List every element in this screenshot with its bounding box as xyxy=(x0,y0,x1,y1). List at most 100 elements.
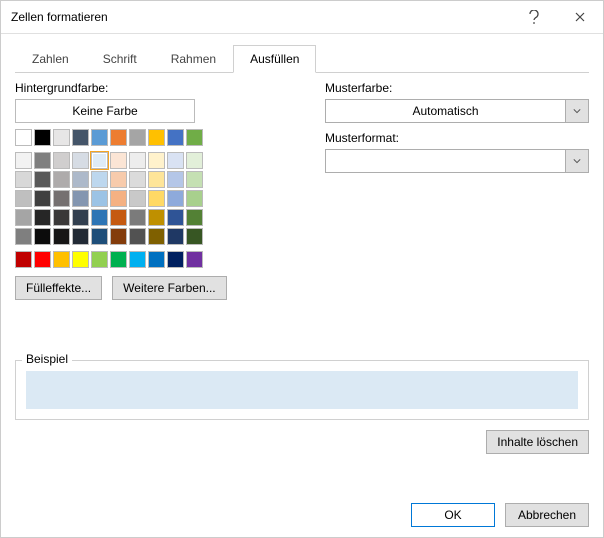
color-swatch[interactable] xyxy=(110,228,127,245)
color-swatch[interactable] xyxy=(34,152,51,169)
color-swatch[interactable] xyxy=(91,228,108,245)
color-swatch[interactable] xyxy=(91,129,108,146)
color-swatch[interactable] xyxy=(129,171,146,188)
theme-color-first-row xyxy=(15,129,215,146)
cancel-button[interactable]: Abbrechen xyxy=(505,503,589,527)
color-swatch[interactable] xyxy=(53,190,70,207)
color-swatch[interactable] xyxy=(15,190,32,207)
color-swatch[interactable] xyxy=(110,251,127,268)
color-swatch[interactable] xyxy=(110,209,127,226)
color-swatch[interactable] xyxy=(15,228,32,245)
color-swatch[interactable] xyxy=(129,251,146,268)
pattern-format-value xyxy=(326,150,565,172)
color-swatch[interactable] xyxy=(167,152,184,169)
color-swatch[interactable] xyxy=(148,171,165,188)
color-swatch[interactable] xyxy=(167,171,184,188)
chevron-down-icon xyxy=(565,100,588,122)
pattern-color-dropdown[interactable]: Automatisch xyxy=(325,99,589,123)
sample-label: Beispiel xyxy=(22,352,72,366)
color-swatch[interactable] xyxy=(15,152,32,169)
help-button[interactable] xyxy=(511,1,557,33)
tab-schrift[interactable]: Schrift xyxy=(86,45,154,73)
color-swatch[interactable] xyxy=(15,251,32,268)
color-swatch[interactable] xyxy=(91,251,108,268)
close-button[interactable] xyxy=(557,1,603,33)
standard-colors xyxy=(15,251,215,268)
color-swatch[interactable] xyxy=(167,251,184,268)
color-swatch[interactable] xyxy=(110,152,127,169)
color-swatch[interactable] xyxy=(129,190,146,207)
color-swatch[interactable] xyxy=(72,152,89,169)
color-swatch[interactable] xyxy=(186,251,203,268)
color-swatch[interactable] xyxy=(34,190,51,207)
color-swatch[interactable] xyxy=(148,251,165,268)
color-swatch[interactable] xyxy=(53,209,70,226)
color-swatch[interactable] xyxy=(167,209,184,226)
color-swatch[interactable] xyxy=(72,129,89,146)
color-swatch[interactable] xyxy=(91,209,108,226)
color-swatch[interactable] xyxy=(34,251,51,268)
color-swatch[interactable] xyxy=(148,209,165,226)
sample-preview xyxy=(26,371,578,409)
color-swatch[interactable] xyxy=(129,129,146,146)
sample-group: Beispiel xyxy=(15,360,589,420)
color-swatch[interactable] xyxy=(15,171,32,188)
color-swatch[interactable] xyxy=(53,171,70,188)
color-swatch[interactable] xyxy=(15,209,32,226)
color-swatch[interactable] xyxy=(129,228,146,245)
color-swatch[interactable] xyxy=(129,209,146,226)
color-swatch[interactable] xyxy=(148,228,165,245)
color-swatch[interactable] xyxy=(72,190,89,207)
color-swatch[interactable] xyxy=(72,171,89,188)
fill-effects-button[interactable]: Fülleffekte... xyxy=(15,276,102,300)
color-swatch[interactable] xyxy=(72,251,89,268)
pattern-format-label: Musterformat: xyxy=(325,131,589,145)
color-swatch[interactable] xyxy=(186,209,203,226)
tab-zahlen[interactable]: Zahlen xyxy=(15,45,86,73)
window-title: Zellen formatieren xyxy=(11,10,511,24)
color-swatch[interactable] xyxy=(148,152,165,169)
color-swatch[interactable] xyxy=(167,190,184,207)
color-swatch[interactable] xyxy=(186,129,203,146)
color-swatch[interactable] xyxy=(186,152,203,169)
color-swatch[interactable] xyxy=(34,171,51,188)
color-swatch[interactable] xyxy=(72,228,89,245)
color-swatch[interactable] xyxy=(91,171,108,188)
pattern-color-label: Musterfarbe: xyxy=(325,81,589,95)
tab-rahmen[interactable]: Rahmen xyxy=(154,45,233,73)
ok-button[interactable]: OK xyxy=(411,503,495,527)
color-swatch[interactable] xyxy=(167,228,184,245)
color-swatch[interactable] xyxy=(148,129,165,146)
pattern-color-value: Automatisch xyxy=(326,100,565,122)
help-icon xyxy=(529,10,539,24)
color-swatch[interactable] xyxy=(129,152,146,169)
color-swatch[interactable] xyxy=(53,152,70,169)
color-swatch[interactable] xyxy=(167,129,184,146)
color-swatch[interactable] xyxy=(53,129,70,146)
close-icon xyxy=(575,12,585,22)
color-swatch[interactable] xyxy=(72,209,89,226)
color-swatch[interactable] xyxy=(186,228,203,245)
color-swatch[interactable] xyxy=(148,190,165,207)
color-swatch[interactable] xyxy=(53,251,70,268)
color-swatch[interactable] xyxy=(91,190,108,207)
color-swatch[interactable] xyxy=(34,228,51,245)
tab-ausfüllen[interactable]: Ausfüllen xyxy=(233,45,316,73)
color-swatch[interactable] xyxy=(186,171,203,188)
more-colors-button[interactable]: Weitere Farben... xyxy=(112,276,226,300)
no-color-button[interactable]: Keine Farbe xyxy=(15,99,195,123)
color-swatch[interactable] xyxy=(110,171,127,188)
color-swatch[interactable] xyxy=(110,129,127,146)
bg-color-label: Hintergrundfarbe: xyxy=(15,81,295,95)
theme-color-shades xyxy=(15,152,215,245)
color-swatch[interactable] xyxy=(34,129,51,146)
color-swatch[interactable] xyxy=(15,129,32,146)
chevron-down-icon xyxy=(565,150,588,172)
color-swatch[interactable] xyxy=(53,228,70,245)
clear-contents-button[interactable]: Inhalte löschen xyxy=(486,430,589,454)
color-swatch[interactable] xyxy=(91,152,108,169)
color-swatch[interactable] xyxy=(186,190,203,207)
color-swatch[interactable] xyxy=(34,209,51,226)
pattern-format-dropdown[interactable] xyxy=(325,149,589,173)
color-swatch[interactable] xyxy=(110,190,127,207)
